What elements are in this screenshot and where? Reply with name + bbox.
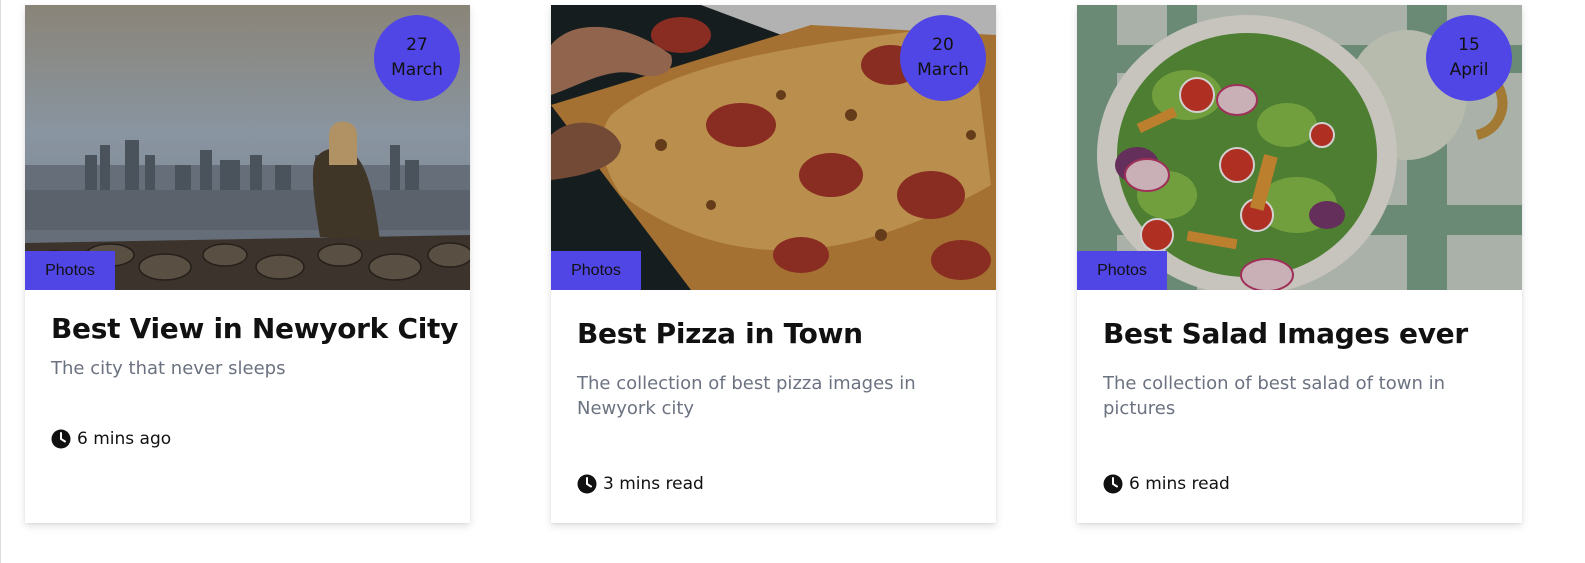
category-tag[interactable]: Photos <box>1077 251 1167 290</box>
category-tag[interactable]: Photos <box>551 251 641 290</box>
meta-text: 3 mins read <box>603 474 704 494</box>
card-meta: 3 mins read <box>577 474 704 494</box>
date-month: March <box>917 60 969 80</box>
date-day: 27 <box>406 35 428 55</box>
card-description: The collection of best salad of town in … <box>1103 373 1445 419</box>
card-meta: 6 mins read <box>1103 474 1230 494</box>
date-badge: 27 March <box>374 15 460 101</box>
page-edge <box>0 0 1 563</box>
card-title[interactable]: Best View in Newyork City <box>51 312 458 345</box>
card-best-view[interactable]: 27 March Photos Best View in Newyork Cit… <box>25 5 470 523</box>
city-view-image[interactable]: 27 March Photos <box>25 5 470 290</box>
card-title[interactable]: Best Salad Images ever <box>1103 317 1468 350</box>
category-tag[interactable]: Photos <box>25 251 115 290</box>
card-meta: 6 mins ago <box>51 429 171 449</box>
date-badge: 15 April <box>1426 15 1512 101</box>
clock-icon <box>577 474 597 494</box>
clock-icon <box>1103 474 1123 494</box>
card-title[interactable]: Best Pizza in Town <box>577 317 863 350</box>
date-month: March <box>391 60 443 80</box>
meta-text: 6 mins read <box>1129 474 1230 494</box>
date-day: 15 <box>1458 35 1480 55</box>
pizza-image[interactable]: 20 March Photos <box>551 5 996 290</box>
card-description: The collection of best pizza images in N… <box>577 373 916 419</box>
card-best-salad[interactable]: 15 April Photos Best Salad Images ever T… <box>1077 5 1522 523</box>
date-badge: 20 March <box>900 15 986 101</box>
date-day: 20 <box>932 35 954 55</box>
date-month: April <box>1449 60 1489 80</box>
card-description: The city that never sleeps <box>51 358 286 379</box>
clock-icon <box>51 429 71 449</box>
meta-text: 6 mins ago <box>77 429 172 449</box>
card-best-pizza[interactable]: 20 March Photos Best Pizza in Town The c… <box>551 5 996 523</box>
salad-image[interactable]: 15 April Photos <box>1077 5 1522 290</box>
